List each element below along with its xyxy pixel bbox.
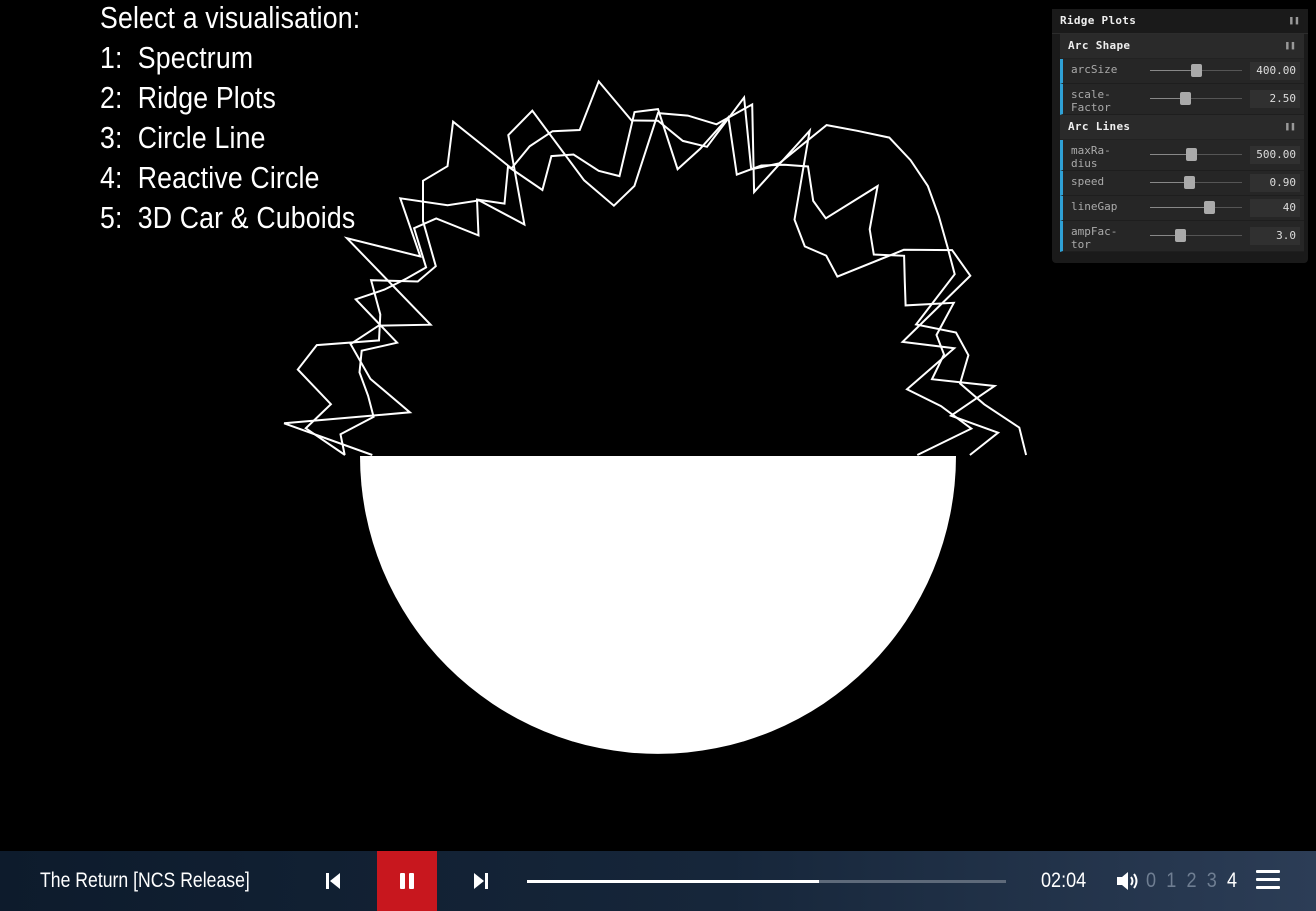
max-radius-input[interactable]: 500.00 bbox=[1250, 146, 1300, 164]
menu-heading: Select a visualisation: bbox=[100, 0, 361, 35]
control-label: arcSize bbox=[1071, 63, 1118, 76]
ridge-line bbox=[296, 79, 1028, 456]
pause-icon bbox=[400, 873, 414, 889]
menu-item-circle-line[interactable]: 3: Circle Line bbox=[100, 118, 360, 158]
music-player-bar: The Return [NCS Release] 02:04 0 1 2 3 4 bbox=[0, 851, 1316, 911]
elapsed-time: 02:04 bbox=[1041, 869, 1087, 892]
amp-factor-input[interactable]: 3.0 bbox=[1250, 227, 1300, 245]
progress-bar[interactable] bbox=[527, 880, 1006, 883]
slider-handle[interactable] bbox=[1183, 176, 1195, 189]
speed-slider[interactable] bbox=[1150, 176, 1242, 190]
volume-level-4[interactable]: 4 bbox=[1227, 869, 1240, 892]
track-title: The Return [NCS Release] bbox=[40, 869, 250, 892]
control-amp-factor: ampFac-tor 3.0 bbox=[1060, 221, 1304, 252]
ridge-line bbox=[339, 108, 1001, 456]
slider-handle[interactable] bbox=[1179, 92, 1191, 105]
control-label: speed bbox=[1071, 175, 1105, 188]
folder-label: Arc Lines bbox=[1068, 120, 1131, 133]
slider-handle[interactable] bbox=[1186, 148, 1198, 161]
collapse-icon[interactable]: ❚❚ bbox=[1285, 115, 1296, 139]
slider-handle[interactable] bbox=[1191, 64, 1202, 77]
folder-title-arc-lines[interactable]: Arc Lines ❚❚ bbox=[1060, 115, 1304, 140]
menu-item-3d-car-cuboids[interactable]: 5: 3D Car & Cuboids bbox=[100, 198, 360, 238]
control-label: ampFac-tor bbox=[1071, 225, 1118, 251]
slider-handle[interactable] bbox=[1175, 229, 1187, 242]
volume-level-1[interactable]: 1 bbox=[1166, 869, 1179, 892]
arcsize-input[interactable]: 400.00 bbox=[1250, 62, 1300, 80]
semicircle-base bbox=[360, 456, 956, 754]
volume-level-selector: 0 1 2 3 4 bbox=[1146, 851, 1240, 911]
control-speed: speed 0.90 bbox=[1060, 171, 1304, 196]
previous-track-button[interactable] bbox=[303, 851, 363, 911]
panel-title-bar[interactable]: Ridge Plots ❚❚ bbox=[1052, 9, 1308, 34]
progress-played bbox=[527, 880, 820, 883]
max-radius-slider[interactable] bbox=[1150, 148, 1242, 162]
menu-item-spectrum[interactable]: 1: Spectrum bbox=[100, 38, 360, 78]
volume-icon[interactable] bbox=[1115, 869, 1141, 893]
skip-previous-icon bbox=[326, 873, 340, 889]
line-gap-input[interactable]: 40 bbox=[1250, 199, 1300, 217]
scale-factor-slider[interactable] bbox=[1150, 92, 1242, 106]
hamburger-menu-icon[interactable] bbox=[1256, 870, 1280, 892]
collapse-icon[interactable]: ❚❚ bbox=[1285, 34, 1296, 58]
visualisation-menu: Select a visualisation: 1: Spectrum 2: R… bbox=[100, 0, 360, 238]
scale-factor-input[interactable]: 2.50 bbox=[1250, 90, 1300, 108]
control-line-gap: lineGap 40 bbox=[1060, 196, 1304, 221]
skip-next-icon bbox=[474, 873, 488, 889]
control-max-radius: maxRa-dius 500.00 bbox=[1060, 140, 1304, 171]
slider-handle[interactable] bbox=[1203, 201, 1215, 214]
control-label: lineGap bbox=[1071, 200, 1118, 213]
folder-title-arc-shape[interactable]: Arc Shape ❚❚ bbox=[1060, 34, 1304, 59]
folder-arc-shape: Arc Shape ❚❚ arcSize 400.00 scale-Factor… bbox=[1060, 34, 1304, 115]
folder-arc-lines: Arc Lines ❚❚ maxRa-dius 500.00 speed 0.9… bbox=[1060, 115, 1304, 252]
control-scale-factor: scale-Factor 2.50 bbox=[1060, 84, 1304, 115]
control-label: maxRa-dius bbox=[1071, 144, 1111, 170]
collapse-icon[interactable]: ❚❚ bbox=[1289, 9, 1300, 33]
amp-factor-slider[interactable] bbox=[1150, 229, 1242, 243]
control-panel: Ridge Plots ❚❚ Arc Shape ❚❚ arcSize 400.… bbox=[1052, 9, 1308, 263]
pause-button[interactable] bbox=[377, 851, 437, 911]
control-label: scale-Factor bbox=[1071, 88, 1111, 114]
volume-level-3[interactable]: 3 bbox=[1207, 869, 1220, 892]
folder-label: Arc Shape bbox=[1068, 39, 1131, 52]
ridge-line bbox=[283, 102, 974, 456]
volume-level-2[interactable]: 2 bbox=[1186, 869, 1199, 892]
next-track-button[interactable] bbox=[451, 851, 511, 911]
menu-item-reactive-circle[interactable]: 4: Reactive Circle bbox=[100, 158, 360, 198]
menu-item-ridge-plots[interactable]: 2: Ridge Plots bbox=[100, 78, 360, 118]
speed-input[interactable]: 0.90 bbox=[1250, 174, 1300, 192]
panel-title: Ridge Plots bbox=[1060, 14, 1137, 27]
volume-level-0[interactable]: 0 bbox=[1146, 869, 1159, 892]
line-gap-slider[interactable] bbox=[1150, 201, 1242, 215]
control-arcsize: arcSize 400.00 bbox=[1060, 59, 1304, 84]
arcsize-slider[interactable] bbox=[1150, 64, 1242, 78]
